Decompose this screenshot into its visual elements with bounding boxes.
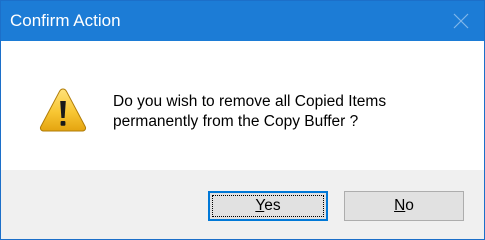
dialog-content: Do you wish to remove all Copied Items p… <box>1 41 484 170</box>
title-bar[interactable]: Confirm Action <box>1 1 484 41</box>
yes-mnemonic: Y <box>255 197 265 214</box>
yes-button[interactable]: Yes <box>208 191 328 221</box>
no-button-label: No <box>394 197 414 214</box>
no-mnemonic: N <box>394 197 406 214</box>
confirm-action-dialog: Confirm Action Do you wish to remove all… <box>0 0 485 240</box>
message-line-2: permanently from the Copy Buffer ? <box>113 113 359 130</box>
message-line-1: Do you wish to remove all Copied Items <box>113 93 387 110</box>
yes-label-rest: es <box>264 197 281 214</box>
no-label-rest: o <box>405 197 414 214</box>
close-button[interactable] <box>438 1 484 41</box>
yes-button-label: Yes <box>255 197 280 214</box>
window-title: Confirm Action <box>10 11 121 30</box>
warning-icon <box>39 88 87 132</box>
confirm-message: Do you wish to remove all Copied Items p… <box>113 92 473 132</box>
no-button[interactable]: No <box>344 191 464 221</box>
button-bar: Yes No <box>1 170 484 239</box>
close-icon <box>453 13 469 29</box>
